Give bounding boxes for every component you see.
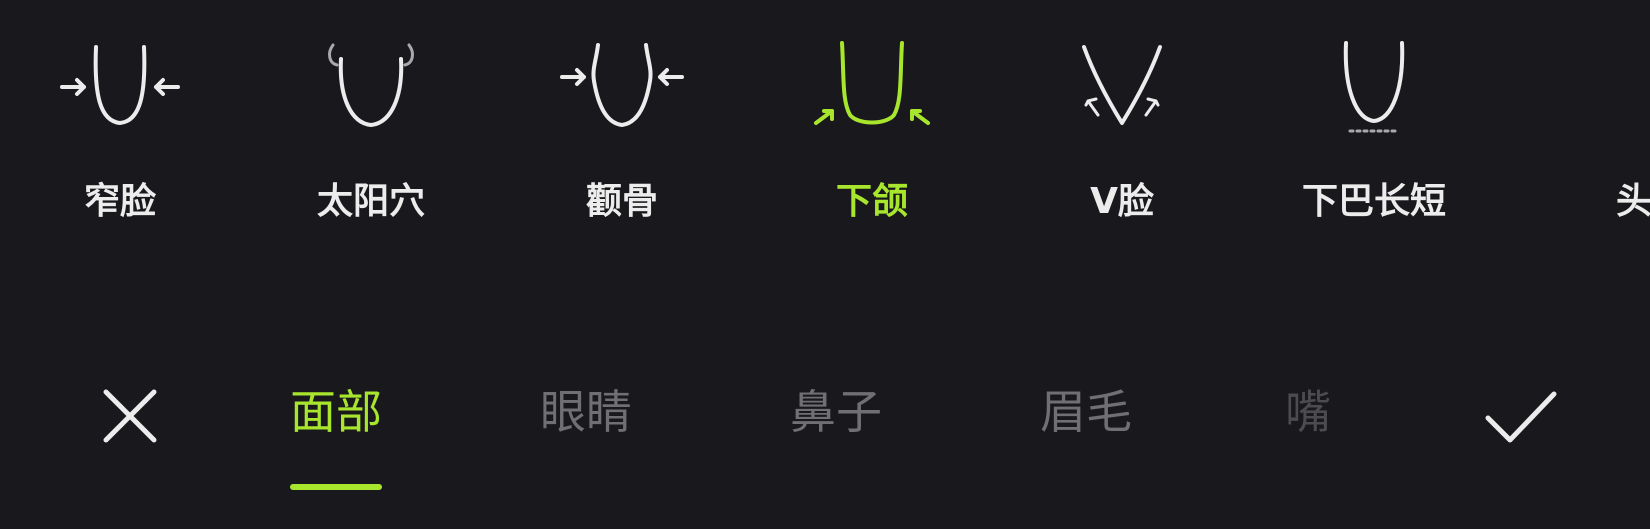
option-head[interactable]: 头 bbox=[1524, 30, 1650, 240]
reshape-option-row: 窄脸 太阳穴 颧骨 下颌 V脸 下巴长短 头 bbox=[0, 0, 1650, 260]
narrow-face-icon bbox=[60, 45, 180, 125]
option-chin-length[interactable]: 下巴长短 bbox=[1274, 30, 1474, 240]
option-cheekbone[interactable]: 颧骨 bbox=[522, 30, 722, 240]
option-temple[interactable]: 太阳穴 bbox=[271, 30, 471, 240]
option-label: 窄脸 bbox=[83, 181, 156, 222]
active-tab-indicator bbox=[290, 484, 382, 490]
tab-nose[interactable]: 鼻子 bbox=[756, 382, 916, 442]
tab-eyes[interactable]: 眼睛 bbox=[506, 382, 666, 442]
tab-face[interactable]: 面部 bbox=[256, 382, 416, 442]
option-label: 颧骨 bbox=[585, 181, 658, 222]
option-jaw[interactable]: 下颌 bbox=[772, 30, 972, 240]
tab-eyebrows[interactable]: 眉毛 bbox=[1006, 382, 1166, 442]
option-label: 头 bbox=[1616, 181, 1650, 222]
option-label: V脸 bbox=[1090, 181, 1154, 222]
close-icon bbox=[103, 389, 157, 443]
chin-length-icon bbox=[1343, 41, 1405, 133]
temple-icon bbox=[328, 43, 414, 127]
v-face-icon bbox=[1082, 45, 1162, 125]
option-label: 太阳穴 bbox=[316, 181, 425, 222]
check-icon bbox=[1485, 391, 1557, 443]
tab-mouth[interactable]: 嘴 bbox=[1285, 382, 1345, 442]
cancel-button[interactable] bbox=[90, 376, 170, 456]
confirm-button[interactable] bbox=[1480, 376, 1560, 456]
jaw-icon bbox=[814, 41, 930, 125]
cheekbone-icon bbox=[560, 43, 684, 127]
option-narrow-face[interactable]: 窄脸 bbox=[20, 30, 220, 240]
option-v-face[interactable]: V脸 bbox=[1022, 30, 1222, 240]
option-label: 下巴长短 bbox=[1301, 181, 1446, 222]
category-tab-bar: 面部 眼睛 鼻子 眉毛 嘴 bbox=[0, 360, 1650, 529]
option-label: 下颌 bbox=[835, 181, 908, 222]
